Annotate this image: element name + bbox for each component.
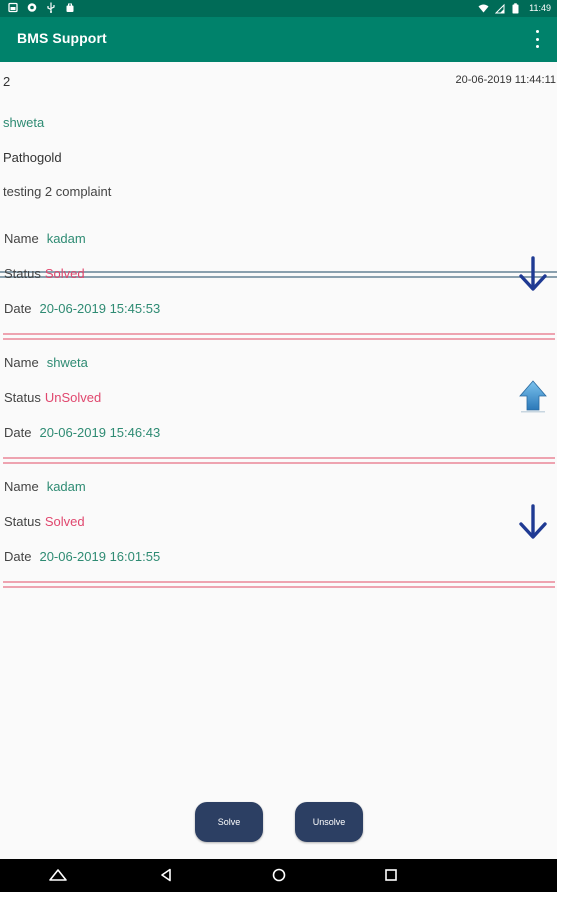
reply-date-row: Date 20-06-2019 15:46:43	[4, 425, 160, 440]
reply-status-row: Status Solved	[4, 266, 85, 281]
battery-icon	[512, 2, 522, 14]
name-label: Name	[4, 355, 39, 370]
home-icon[interactable]	[47, 865, 69, 885]
reply-date-row: Date 20-06-2019 16:01:55	[4, 549, 160, 564]
reply-date: 20-06-2019 16:01:55	[39, 549, 161, 564]
status-time: 11:49	[529, 3, 551, 13]
gallery-icon	[8, 2, 18, 13]
arrow-down-icon	[515, 502, 551, 542]
solve-button[interactable]: Solve	[195, 802, 263, 842]
reply-name-row: Name kadam	[4, 479, 86, 494]
app-screen: 11:49 BMS Support 2 20-06-2019 11:44:11 …	[0, 0, 557, 892]
navigation-bar	[0, 859, 557, 892]
reply-status: UnSolved	[44, 390, 102, 405]
complaint-description: testing 2 complaint	[3, 184, 112, 199]
complaint-id: 2	[3, 74, 11, 89]
arrow-down-icon	[515, 254, 551, 294]
wifi-icon	[478, 3, 489, 14]
reply-name-row: Name kadam	[4, 231, 86, 246]
reply-item[interactable]: Name shweta Status UnSolved Date 20-06-2019…	[0, 340, 557, 464]
reply-item[interactable]: Name kadam Status Solved Date 20-06-2019 15…	[0, 216, 557, 340]
arrow-up-icon	[515, 378, 551, 418]
signal-icon	[495, 3, 505, 14]
reply-item[interactable]: Name kadam Status Solved Date 20-06-2019 16…	[0, 464, 557, 588]
reply-name: kadam	[46, 479, 86, 494]
reply-divider	[3, 333, 555, 340]
reply-date: 20-06-2019 15:45:53	[39, 301, 161, 316]
sync-icon	[27, 2, 37, 13]
recents-icon[interactable]	[380, 865, 402, 885]
complaint-datetime: 20-06-2019 11:44:11	[455, 74, 556, 86]
reply-status: Solved	[44, 266, 85, 281]
reply-status-row: Status UnSolved	[4, 390, 101, 405]
complaint-user: shweta	[3, 115, 45, 130]
back-icon[interactable]	[155, 865, 177, 885]
status-left-icons	[8, 2, 75, 13]
reply-date-row: Date 20-06-2019 15:45:53	[4, 301, 160, 316]
bag-icon	[65, 2, 75, 13]
date-label: Date	[4, 549, 32, 564]
unsolve-button[interactable]: Unsolve	[295, 802, 363, 842]
status-right-icons: 11:49	[478, 2, 551, 14]
app-title: BMS Support	[17, 30, 107, 46]
status-label: Status	[4, 390, 41, 405]
reply-divider	[3, 581, 555, 588]
reply-status: Solved	[44, 514, 85, 529]
name-label: Name	[4, 479, 39, 494]
reply-name: shweta	[46, 355, 88, 370]
date-label: Date	[4, 425, 32, 440]
app-bar: BMS Support	[0, 17, 557, 62]
reply-date: 20-06-2019 15:46:43	[39, 425, 161, 440]
date-label: Date	[4, 301, 32, 316]
status-label: Status	[4, 514, 41, 529]
status-bar: 11:49	[0, 0, 557, 17]
reply-status-row: Status Solved	[4, 514, 85, 529]
home-circle-icon[interactable]	[268, 865, 290, 885]
overflow-menu-icon[interactable]	[531, 30, 543, 48]
name-label: Name	[4, 231, 39, 246]
status-label: Status	[4, 266, 41, 281]
reply-divider	[3, 457, 555, 464]
reply-name-row: Name shweta	[4, 355, 88, 370]
complaint-company: Pathogold	[3, 150, 62, 165]
usb-icon	[46, 2, 56, 13]
reply-name: kadam	[46, 231, 86, 246]
